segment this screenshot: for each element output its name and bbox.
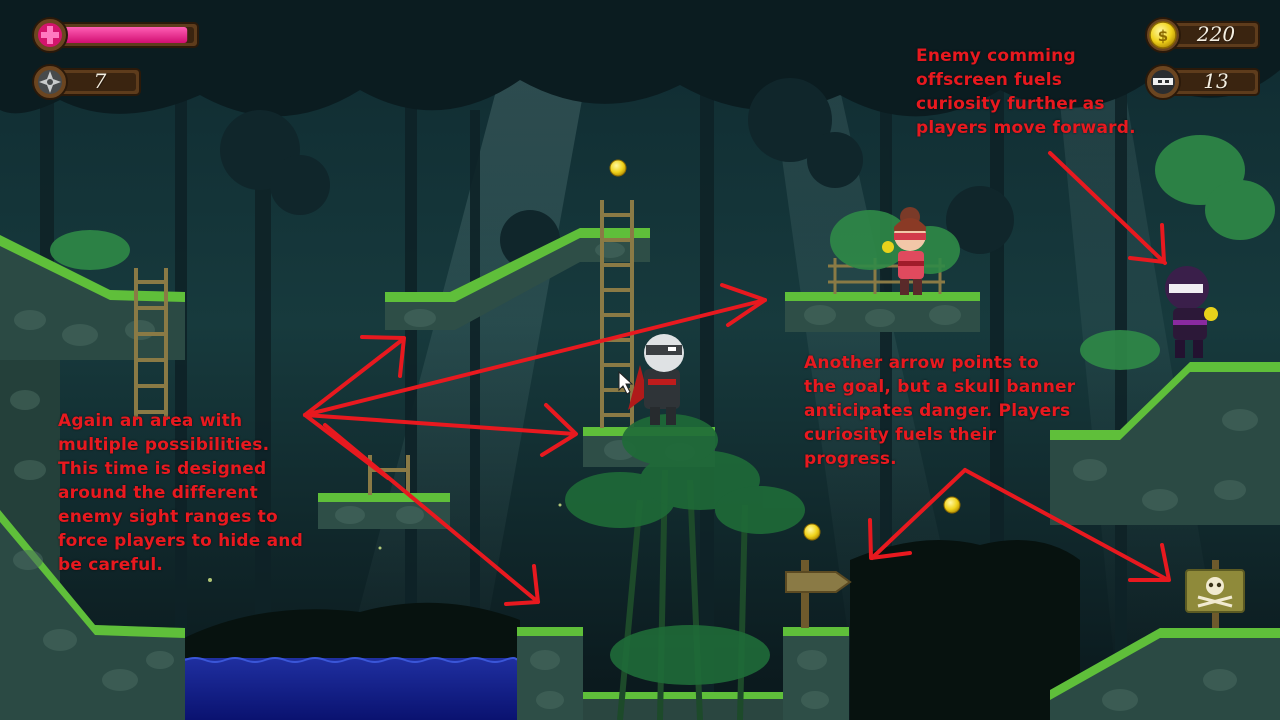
health-cross-icon xyxy=(38,23,62,47)
ninja-mask-icon xyxy=(1151,70,1175,94)
game-screen: 7 $ 220 13 Again an area with multiple p… xyxy=(0,0,1280,720)
svg-text:$: $ xyxy=(1158,27,1168,45)
annotation-center-note: Another arrow points to the goal, but a … xyxy=(804,353,1076,469)
coin-count: 220 xyxy=(1196,22,1236,46)
annotation-left-note: Again an area with multiple possibilitie… xyxy=(58,411,303,575)
coin-icon: $ xyxy=(1149,21,1177,49)
health-fill xyxy=(58,27,188,43)
health-bar xyxy=(32,17,199,53)
shuriken-icon xyxy=(38,70,62,94)
shuriken-count: 7 xyxy=(93,69,107,93)
enemies-remaining-count: 13 xyxy=(1203,69,1229,93)
annotation-top-right-note: Enemy comming offscreen fuels curiosity … xyxy=(916,46,1136,138)
